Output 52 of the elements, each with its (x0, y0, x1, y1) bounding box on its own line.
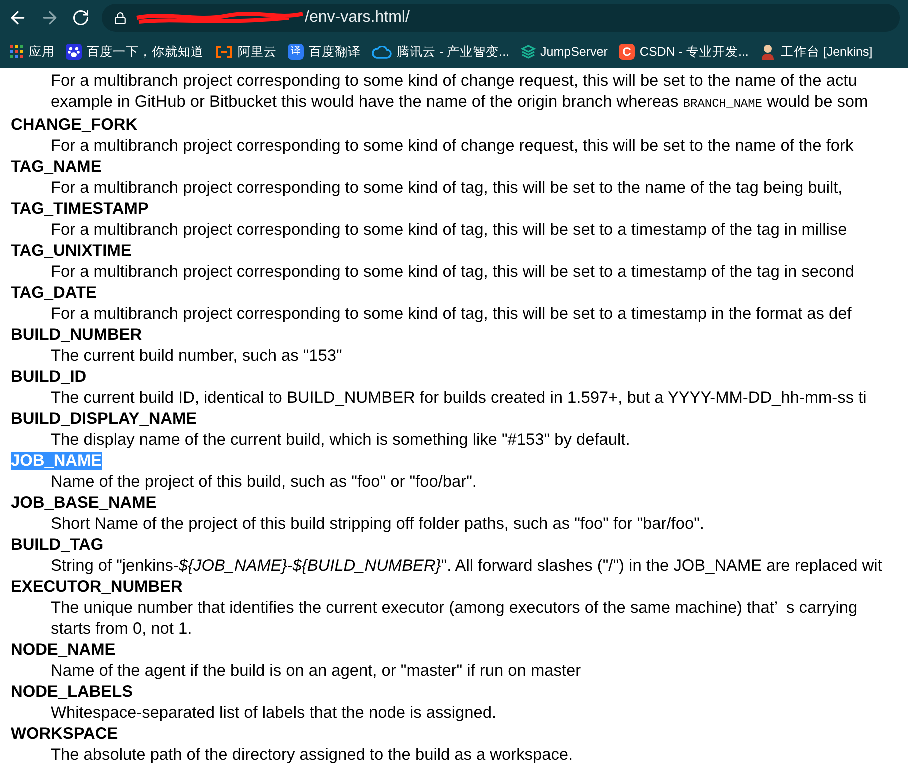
variable-name: TAG_UNIXTIME (11, 242, 132, 260)
variable-description: Whitespace-separated list of labels that the node is assigned. (51, 704, 497, 722)
variable-description: The current build number, such as "153" (51, 347, 342, 365)
variable-name: EXECUTOR_NUMBER (11, 578, 183, 596)
person-icon (760, 44, 776, 60)
bookmark[interactable]: C CSDN - 专业开发... (618, 42, 749, 62)
variable-description: The current build ID, identical to BUILD_NUMBER for builds created in 1.597+, but a YYYY-MM-DD_hh-mm-ss ti (51, 389, 867, 407)
address-bar[interactable]: /env-vars.html/ (102, 4, 900, 32)
variable-name: JOB_BASE_NAME (11, 494, 157, 512)
bookmark[interactable]: 腾讯云 - 产业智变... (372, 42, 510, 62)
url-text: /env-vars.html/ (305, 8, 410, 28)
variable-description: The absolute path of the directory assigned to the build as a workspace. (51, 746, 574, 764)
variable-description: String of "jenkins-${JOB_NAME}-${BUILD_NUMBER}". All forward slashes ("/") in the JOB_NAME are replaced wit (51, 557, 882, 575)
variable-description: For a multibranch project corresponding to some kind of tag, this will be set to a timestamp of the tag in second (51, 263, 855, 281)
variable-name: TAG_TIMESTAMP (11, 200, 149, 218)
variable-description: For a multibranch project corresponding to some kind of change request, this will be set to the name of the actu (51, 72, 858, 90)
variable-description: starts from 0, not 1. (51, 620, 192, 638)
reload-icon[interactable] (72, 9, 90, 27)
bookmark[interactable]: 译 百度翻译 (288, 42, 361, 62)
variable-description: Name of the project of this build, such as "foo" or "foo/bar". (51, 473, 477, 491)
variable-name: NODE_NAME (11, 641, 116, 659)
variable-description: example in GitHub or Bitbucket this would have the name of the origin branch whereas BRANCH_NAME would be som (51, 93, 868, 111)
lock-icon (114, 12, 127, 24)
variable-name: NODE_LABELS (11, 683, 134, 701)
variable-name: BUILD_DISPLAY_NAME (11, 410, 198, 428)
bracket-icon (215, 46, 233, 58)
layers-icon (520, 44, 536, 60)
variable-description: For a multibranch project corresponding to some kind of tag, this will be set to a timestamp in the format as def (51, 305, 852, 323)
apps-grid-icon (10, 45, 24, 59)
variable-description: For a multibranch project corresponding to some kind of tag, this will be set to a timestamp of the tag in millise (51, 221, 848, 239)
variable-description: Short Name of the project of this build stripping off folder paths, such as "foo" for "bar/foo". (51, 515, 704, 533)
variable-name: TAG_DATE (11, 284, 97, 302)
variable-name: JOB_NAME (11, 452, 102, 470)
variable-name: CHANGE_FORK (11, 116, 138, 134)
paw-icon (66, 44, 82, 60)
variable-name: BUILD_TAG (11, 536, 104, 554)
logo-icon: C (618, 44, 635, 60)
variable-name: BUILD_NUMBER (11, 326, 142, 344)
variable-description: For a multibranch project corresponding to some kind of tag, this will be set to the name of the tag being built, (51, 179, 843, 197)
bookmark[interactable]: 阿里云 (215, 42, 277, 62)
variable-name: BUILD_ID (11, 368, 87, 386)
cloud-icon (372, 46, 392, 58)
variable-description: Name of the agent if the build is on an agent, or "master" if run on master (51, 662, 582, 680)
bookmark[interactable]: 百度一下，你就知道 (66, 42, 204, 62)
bookmark[interactable]: 工作台 [Jenkins] (760, 42, 873, 62)
variable-description: The unique number that identifies the current executor (among executors of the same machine) that’ s carrying (51, 599, 858, 617)
bookmark[interactable]: JumpServer (520, 42, 608, 62)
variable-name: TAG_NAME (11, 158, 102, 176)
bookmark[interactable]: 应用 (10, 42, 55, 62)
translate-icon: 译 (288, 44, 304, 60)
variable-description: For a multibranch project corresponding to some kind of change request, this will be set to the name of the fork (51, 137, 854, 155)
variable-description: The display name of the current build, which is something like "#153" by default. (51, 431, 630, 449)
